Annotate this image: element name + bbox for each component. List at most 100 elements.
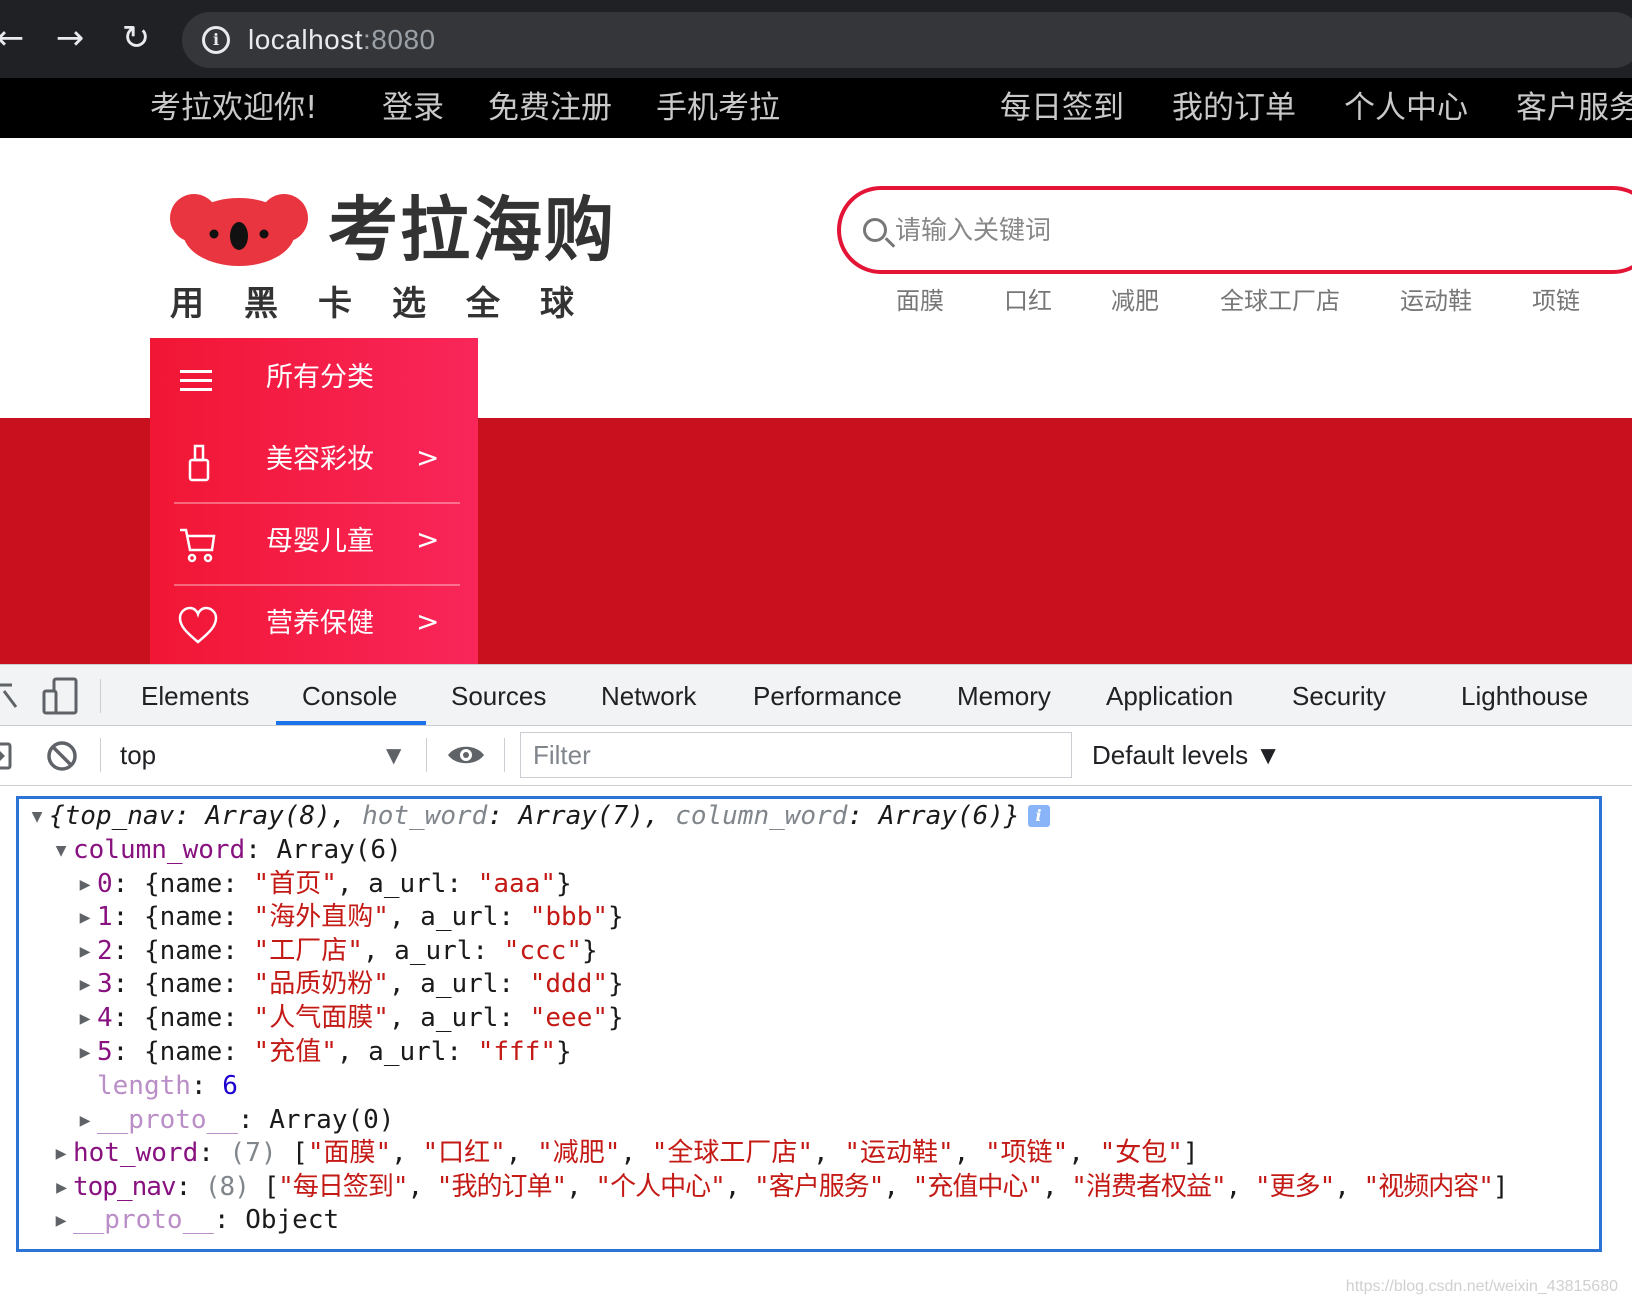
- item-url: "eee": [529, 1003, 609, 1033]
- expand-triangle-icon[interactable]: ▶: [73, 901, 97, 935]
- device-toolbar-icon[interactable]: [42, 677, 78, 715]
- array-count: (8): [204, 1172, 250, 1202]
- array-item-row[interactable]: ▶ 1: {name: "海外直购", a_url: "bbb"}: [73, 900, 624, 935]
- log-levels-dropdown[interactable]: Default levels ▼: [1092, 738, 1281, 772]
- expand-triangle-icon[interactable]: ▶: [73, 1002, 97, 1036]
- item-name: "充值": [253, 1037, 337, 1067]
- inspect-element-icon[interactable]: [0, 681, 18, 711]
- reload-icon[interactable]: ↻: [116, 18, 156, 58]
- tab-elements[interactable]: Elements: [141, 679, 249, 713]
- tab-memory[interactable]: Memory: [957, 679, 1051, 713]
- category-label: 母婴儿童: [266, 526, 374, 557]
- expand-triangle-icon[interactable]: ▶: [49, 1171, 73, 1205]
- tab-network[interactable]: Network: [601, 679, 696, 713]
- expand-triangle-icon[interactable]: ▶: [73, 1104, 97, 1138]
- column-word-row[interactable]: ▼ column_word: Array(6): [49, 833, 402, 868]
- category-item-baby[interactable]: 母婴儿童 >: [150, 502, 478, 584]
- object-proto-row[interactable]: ▶ __proto__: Object: [49, 1203, 340, 1238]
- search-input[interactable]: [895, 208, 1595, 254]
- all-categories-header[interactable]: 所有分类: [150, 338, 478, 420]
- heart-icon: [178, 606, 218, 644]
- console-filter-input[interactable]: [520, 732, 1072, 778]
- summary-value: Array(6): [878, 801, 1004, 831]
- dropdown-arrow-icon[interactable]: ▼: [386, 738, 401, 772]
- expand-triangle-icon[interactable]: ▼: [25, 800, 49, 834]
- array-proto-row[interactable]: ▶ __proto__: Array(0): [73, 1103, 395, 1138]
- site-logo[interactable]: 考拉海购 用黑卡选全球: [168, 180, 614, 330]
- url-host: localhost: [248, 24, 364, 55]
- item-url: "bbb": [529, 902, 609, 932]
- expand-triangle-icon[interactable]: ▶: [73, 968, 97, 1002]
- expand-triangle-icon[interactable]: ▶: [49, 1204, 73, 1238]
- expand-triangle-icon[interactable]: ▶: [73, 935, 97, 969]
- my-orders-link[interactable]: 我的订单: [1172, 88, 1296, 128]
- property-key: top_nav: [73, 1172, 177, 1202]
- property-key: hot_word: [73, 1138, 199, 1168]
- expand-triangle-icon[interactable]: ▶: [49, 1137, 73, 1171]
- array-item-row[interactable]: ▶ 2: {name: "工厂店", a_url: "ccc"}: [73, 934, 598, 969]
- separator: [426, 738, 427, 772]
- array-item-row[interactable]: ▶ 0: {name: "首页", a_url: "aaa"}: [73, 867, 572, 902]
- user-center-link[interactable]: 个人中心: [1344, 88, 1468, 128]
- array-value: "减肥": [537, 1138, 621, 1168]
- back-icon[interactable]: ←: [0, 18, 30, 58]
- top-nav-row[interactable]: ▶ top_nav: (8) ["每日签到", "我的订单", "个人中心", "…: [49, 1170, 1508, 1205]
- sidebar-toggle-icon[interactable]: [0, 742, 14, 770]
- array-value: "项链": [984, 1138, 1069, 1168]
- summary-key: top_nav: [64, 801, 175, 831]
- item-url: "ccc": [503, 936, 583, 966]
- logo-title: 考拉海购: [328, 189, 616, 271]
- tab-performance[interactable]: Performance: [753, 679, 902, 713]
- tab-sources[interactable]: Sources: [451, 679, 546, 713]
- forward-icon[interactable]: →: [50, 18, 90, 58]
- tab-console[interactable]: Console: [302, 679, 397, 713]
- devtools-tab-bar: Elements Console Sources Network Perform…: [0, 664, 1632, 726]
- context-selector[interactable]: top: [120, 738, 156, 772]
- daily-checkin-link[interactable]: 每日签到: [1000, 88, 1124, 128]
- welcome-text: 考拉欢迎你!: [150, 90, 318, 126]
- hot-word-row[interactable]: ▶ hot_word: (7) ["面膜", "口红", "减肥", "全球工厂店…: [49, 1136, 1199, 1171]
- login-link[interactable]: 登录: [382, 88, 444, 128]
- property-value: 6: [222, 1071, 238, 1101]
- expand-triangle-icon[interactable]: ▶: [73, 868, 97, 902]
- object-summary-row[interactable]: ▼ {top_nav: Array(8), hot_word: Array(7),…: [25, 799, 1050, 834]
- hot-word-link[interactable]: 面膜: [896, 284, 944, 318]
- property-key: __proto__: [73, 1205, 214, 1235]
- array-item-row[interactable]: ▶ 4: {name: "人气面膜", a_url: "eee"}: [73, 1001, 624, 1036]
- property-key: length: [97, 1071, 191, 1101]
- item-url: "fff": [477, 1037, 557, 1067]
- array-value: "每日签到": [278, 1172, 408, 1202]
- summary-value: Array(7): [518, 801, 644, 831]
- address-bar[interactable]: i localhost:8080: [182, 12, 1632, 68]
- hot-word-link[interactable]: 减肥: [1111, 284, 1159, 318]
- tab-security[interactable]: Security: [1292, 679, 1386, 713]
- hot-word-link[interactable]: 口红: [1004, 284, 1052, 318]
- hot-word-link[interactable]: 项链: [1532, 284, 1580, 318]
- active-tab-indicator: [276, 721, 426, 725]
- expand-triangle-icon[interactable]: ▶: [73, 1036, 97, 1070]
- clear-console-icon[interactable]: [46, 740, 78, 772]
- category-item-beauty[interactable]: 美容彩妆 >: [150, 420, 478, 502]
- live-expression-eye-icon[interactable]: [446, 742, 486, 768]
- tab-application[interactable]: Application: [1106, 679, 1233, 713]
- register-link[interactable]: 免费注册: [488, 88, 612, 128]
- category-item-health[interactable]: 营养保健 >: [150, 584, 478, 666]
- info-icon[interactable]: i: [1027, 805, 1050, 827]
- array-item-row[interactable]: ▶ 5: {name: "充值", a_url: "fff"}: [73, 1035, 572, 1070]
- hot-word-link[interactable]: 运动鞋: [1400, 284, 1472, 318]
- array-item-row[interactable]: ▶ 3: {name: "品质奶粉", a_url: "ddd"}: [73, 967, 624, 1002]
- array-value: "个人中心": [595, 1172, 725, 1202]
- tab-lighthouse[interactable]: Lighthouse: [1461, 679, 1588, 713]
- url-port: :8080: [363, 24, 436, 55]
- expand-triangle-icon[interactable]: ▼: [49, 834, 73, 868]
- item-index: 5: [97, 1037, 113, 1067]
- array-value: "更多": [1254, 1172, 1335, 1202]
- property-key: column_word: [73, 835, 246, 865]
- watermark: https://blog.csdn.net/weixin_43815680: [1345, 1278, 1618, 1295]
- url-text: localhost:8080: [248, 22, 436, 58]
- customer-service-link[interactable]: 客户服务: [1516, 88, 1632, 128]
- hot-word-link[interactable]: 全球工厂店: [1220, 284, 1340, 318]
- mobile-link[interactable]: 手机考拉: [656, 88, 780, 128]
- site-info-icon[interactable]: i: [202, 26, 230, 54]
- bottle-icon: [188, 444, 210, 482]
